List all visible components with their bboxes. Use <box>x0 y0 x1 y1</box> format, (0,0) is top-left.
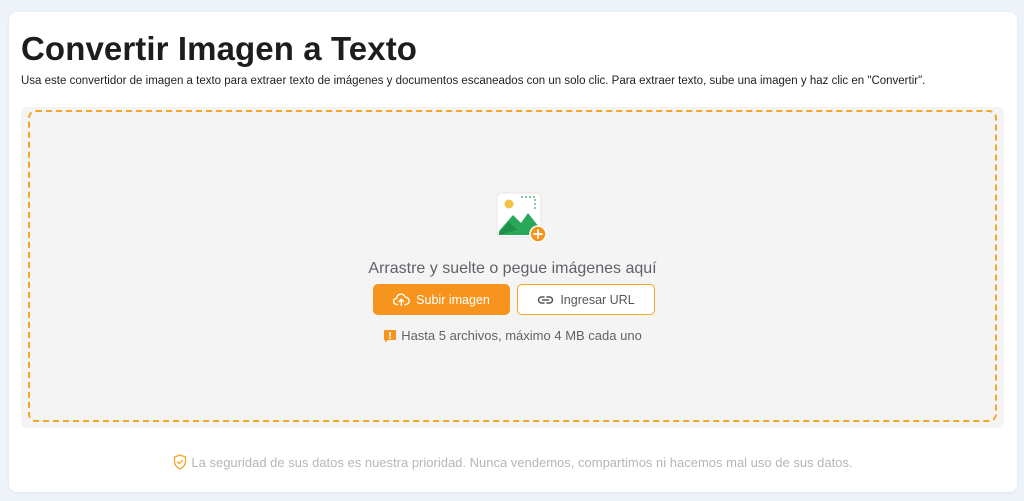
upload-image-label: Subir imagen <box>416 292 490 307</box>
image-upload-icon <box>495 191 549 245</box>
enter-url-button[interactable]: Ingresar URL <box>517 284 655 315</box>
page-title: Convertir Imagen a Texto <box>21 30 418 67</box>
alert-icon <box>383 329 397 343</box>
dropzone-container: Arrastre y suelte o pegue imágenes aquí … <box>21 107 1004 428</box>
enter-url-label: Ingresar URL <box>560 292 635 307</box>
image-dropzone[interactable]: Arrastre y suelte o pegue imágenes aquí … <box>28 110 997 422</box>
file-limit-note: Hasta 5 archivos, máximo 4 MB cada uno <box>30 328 995 343</box>
security-note-text: La seguridad de sus datos es nuestra pri… <box>191 454 853 470</box>
shield-icon <box>173 454 187 470</box>
converter-card: Convertir Imagen a Texto Usa este conver… <box>9 12 1017 492</box>
file-limit-text: Hasta 5 archivos, máximo 4 MB cada uno <box>401 328 642 343</box>
security-note: La seguridad de sus datos es nuestra pri… <box>9 454 1017 470</box>
link-icon <box>537 295 554 305</box>
page-description: Usa este convertidor de imagen a texto p… <box>21 75 926 87</box>
upload-image-button[interactable]: Subir imagen <box>373 284 510 315</box>
cloud-upload-icon <box>393 293 411 306</box>
dropzone-prompt: Arrastre y suelte o pegue imágenes aquí <box>368 260 657 277</box>
